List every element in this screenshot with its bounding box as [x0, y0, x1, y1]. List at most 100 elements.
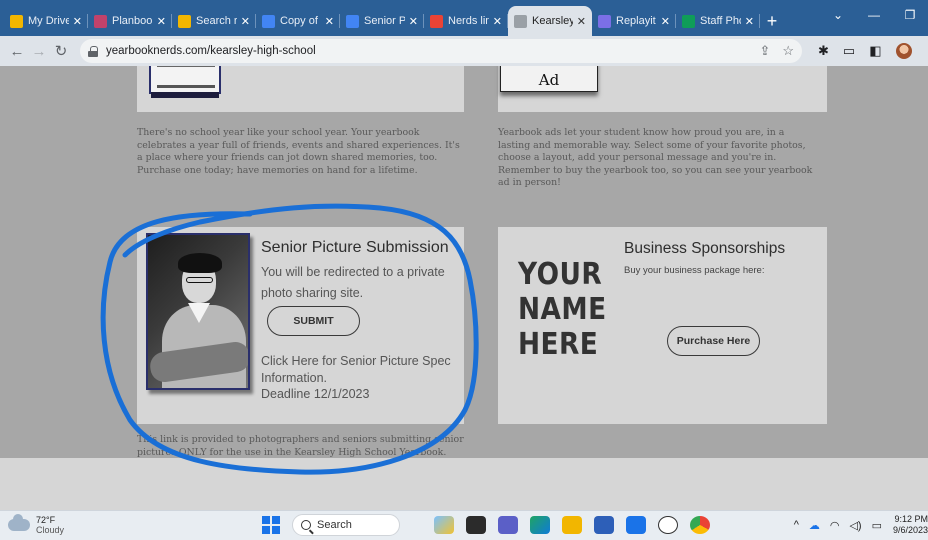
- tab-title: Replayit: [616, 15, 656, 27]
- bookmark-star-icon[interactable]: ☆: [782, 43, 794, 59]
- web-page: • Ad There's no school year like your sc…: [0, 66, 928, 458]
- docs-icon: [262, 14, 275, 28]
- new-tab-button[interactable]: +: [760, 6, 784, 36]
- senior-spec-block: Click Here for Senior Picture Spec Infor…: [261, 353, 461, 403]
- senior-portrait-image: [146, 233, 250, 390]
- battery-icon[interactable]: ▭: [872, 519, 882, 532]
- browser-tab[interactable]: Planbook ✕: [88, 6, 172, 36]
- teams-chat-icon[interactable]: [498, 516, 518, 534]
- restore-button[interactable]: ❐: [892, 8, 928, 22]
- extensions-icon[interactable]: ✱: [818, 43, 829, 59]
- profile-avatar[interactable]: [895, 43, 912, 59]
- dell-icon[interactable]: [658, 516, 678, 534]
- tab-close-icon[interactable]: ✕: [745, 15, 754, 28]
- side-panel-icon[interactable]: ◧: [869, 43, 881, 59]
- tab-title: Nerds lin: [448, 15, 489, 27]
- windows-taskbar: 72°F Cloudy Search ^ ☁ ◠ ◁) ▭ 9:12 PM 9/…: [0, 510, 928, 540]
- mail-icon[interactable]: [626, 516, 646, 534]
- your-name-here-graphic: YOUR NAME HERE: [518, 257, 615, 362]
- onedrive-cloud-icon[interactable]: ☁: [809, 519, 820, 532]
- browser-tab[interactable]: Staff Pho ✕: [676, 6, 760, 36]
- business-card-subtitle: Buy your business package here:: [624, 265, 765, 276]
- your-name-line: YOUR: [518, 257, 603, 292]
- browser-tab[interactable]: Copy of ✕: [256, 6, 340, 36]
- edge-browser-icon[interactable]: [530, 516, 550, 534]
- volume-icon[interactable]: ◁): [849, 519, 861, 532]
- ad-image-label: Ad: [538, 71, 560, 89]
- tab-title: Search re: [196, 15, 237, 27]
- file-explorer-icon[interactable]: [562, 516, 582, 534]
- ad-image-mark: •: [547, 66, 552, 69]
- tab-close-icon[interactable]: ✕: [241, 15, 250, 28]
- browser-tab[interactable]: Replayit ✕: [592, 6, 676, 36]
- page-footer-area: [0, 458, 928, 510]
- ad-image: • Ad: [500, 66, 598, 92]
- address-bar[interactable]: yearbooknerds.com/kearsley-high-school ⇪…: [80, 39, 802, 63]
- planbook-icon: [94, 14, 107, 28]
- tab-close-icon[interactable]: ✕: [493, 15, 502, 28]
- widgets-app-icon[interactable]: [434, 516, 454, 534]
- url-text: yearbooknerds.com/kearsley-high-school: [106, 45, 316, 57]
- yearbook-card: [137, 66, 464, 112]
- tab-close-icon[interactable]: ✕: [157, 15, 166, 28]
- your-name-line: HERE: [518, 327, 599, 362]
- browser-tab[interactable]: Nerds lin ✕: [424, 6, 508, 36]
- browser-tab-strip: My Drive✕Planbook✕Search re✕Copy of✕Seni…: [0, 0, 928, 36]
- system-clock[interactable]: 9:12 PM 9/6/2023: [892, 514, 928, 536]
- your-name-line: NAME: [518, 292, 607, 327]
- submit-button[interactable]: SUBMIT: [267, 306, 360, 336]
- senior-deadline: Deadline 12/1/2023: [261, 387, 370, 401]
- business-sponsorship-card: YOUR NAME HERE Business Sponsorships Buy…: [498, 227, 827, 424]
- tab-title: Senior P: [364, 15, 405, 27]
- weather-temperature: 72°F: [36, 515, 56, 525]
- business-card-title: Business Sponsorships: [624, 240, 786, 257]
- browser-tab[interactable]: Senior P ✕: [340, 6, 424, 36]
- minimize-button[interactable]: —: [856, 8, 892, 22]
- gmail-icon: [430, 14, 443, 28]
- tab-close-icon[interactable]: ✕: [577, 15, 586, 28]
- tab-close-icon[interactable]: ✕: [325, 15, 334, 28]
- browser-toolbar: ← → ↻ yearbooknerds.com/kearsley-high-sc…: [0, 36, 928, 66]
- taskbar-search[interactable]: Search: [292, 514, 400, 536]
- site-icon: [514, 14, 527, 28]
- ads-description: Yearbook ads let your student know how p…: [498, 127, 813, 189]
- forward-button[interactable]: →: [28, 43, 50, 60]
- senior-picture-card: Senior Picture Submission You will be re…: [137, 227, 464, 424]
- browser-tab[interactable]: My Drive ✕: [4, 6, 88, 36]
- tab-close-icon[interactable]: ✕: [409, 15, 418, 28]
- drive-icon: [178, 14, 191, 28]
- microsoft-store-icon[interactable]: [594, 516, 614, 534]
- ad-card: • Ad: [498, 66, 827, 112]
- yearbook-image: [149, 66, 221, 98]
- tab-close-icon[interactable]: ✕: [73, 15, 82, 28]
- task-view-icon[interactable]: [466, 516, 486, 534]
- lock-icon[interactable]: [88, 45, 98, 57]
- replayit-icon: [598, 14, 611, 28]
- weather-widget[interactable]: 72°F Cloudy: [8, 514, 64, 535]
- search-icon: [301, 520, 311, 530]
- tab-title: My Drive: [28, 15, 69, 27]
- wifi-icon[interactable]: ◠: [830, 519, 840, 532]
- windows-start-icon[interactable]: [262, 516, 280, 534]
- clock-time: 9:12 PM: [894, 514, 928, 524]
- share-icon[interactable]: ⇪: [759, 43, 770, 59]
- clock-date: 9/6/2023: [892, 525, 928, 535]
- senior-spec-link[interactable]: Click Here for Senior Picture Spec Infor…: [261, 354, 451, 385]
- purchase-here-button[interactable]: Purchase Here: [667, 326, 760, 356]
- taskbar-search-label: Search: [317, 519, 352, 531]
- chrome-icon[interactable]: [690, 516, 710, 534]
- drive-icon: [10, 14, 23, 28]
- browser-tab[interactable]: Kearsley ✕: [508, 6, 592, 36]
- system-tray: ^ ☁ ◠ ◁) ▭ 9:12 PM 9/6/2023: [794, 514, 928, 536]
- window-controls: ⌄ — ❐: [820, 0, 928, 30]
- tab-close-icon[interactable]: ✕: [661, 15, 670, 28]
- chevron-up-icon[interactable]: ^: [794, 519, 799, 531]
- senior-link-disclaimer: This link is provided to photographers a…: [137, 434, 464, 458]
- browser-tab[interactable]: Search re ✕: [172, 6, 256, 36]
- tab-search-icon[interactable]: ⌄: [820, 8, 856, 22]
- back-button[interactable]: ←: [6, 43, 28, 60]
- docs-icon: [346, 14, 359, 28]
- cast-icon[interactable]: ▭: [843, 43, 855, 59]
- tab-title: Planbook: [112, 15, 153, 27]
- reload-button[interactable]: ↻: [50, 42, 72, 60]
